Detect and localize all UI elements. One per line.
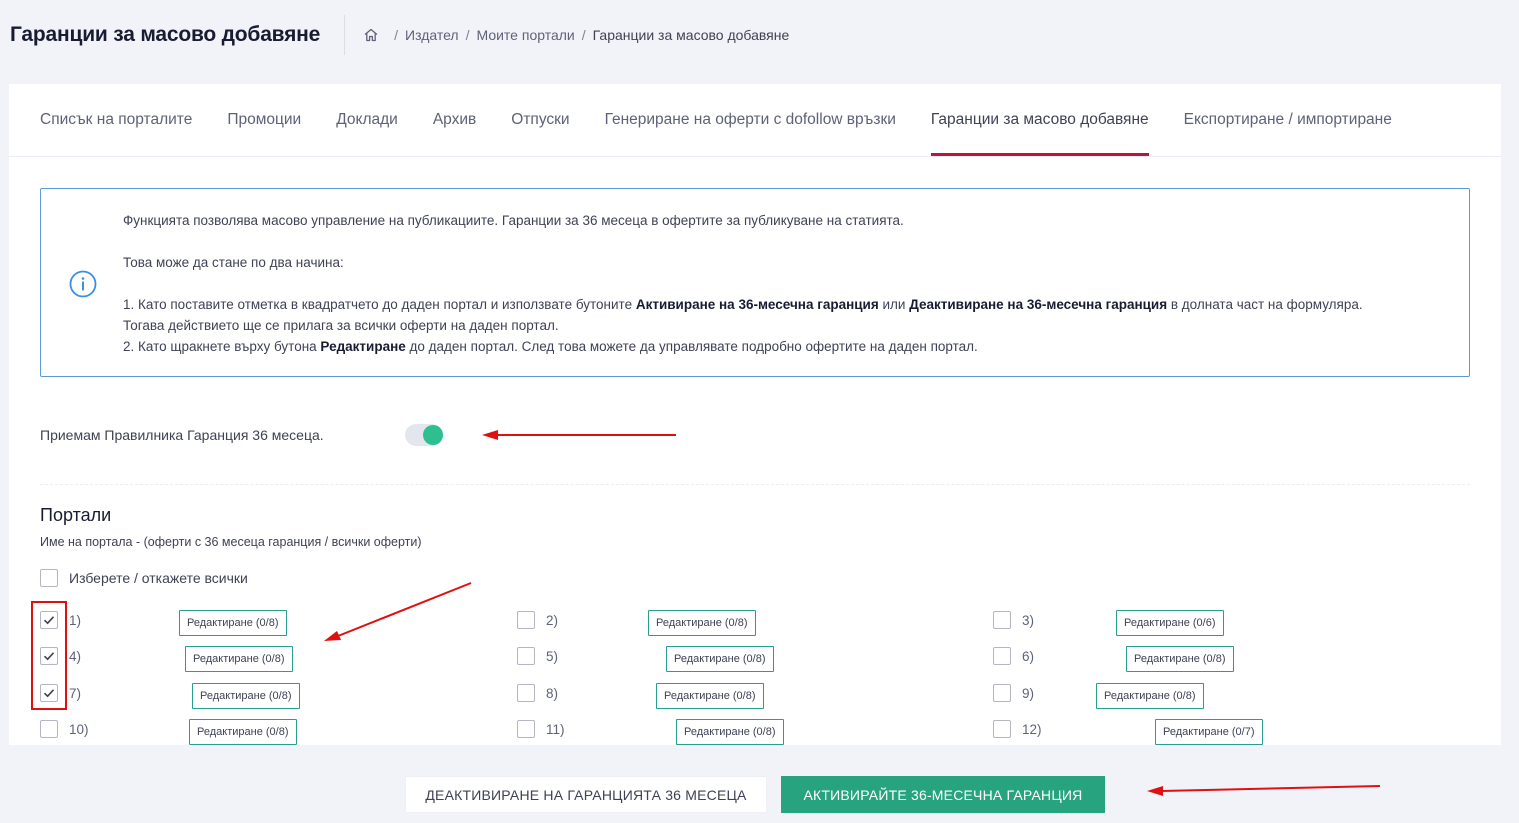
portal-number: 12) <box>1022 721 1042 737</box>
portal-edit-button[interactable]: Редактиране (0/7) <box>1155 719 1263 745</box>
page-title: Гаранции за масово добавяне <box>0 15 346 55</box>
info-line: Тогава действието ще се прилага за всичк… <box>123 318 559 333</box>
info-line: 1. Като поставите отметка в квадратчето … <box>123 297 1363 312</box>
portal-number: 4) <box>69 648 82 664</box>
portal-number: 6) <box>1022 648 1035 664</box>
portal-item: 8) <box>517 682 558 704</box>
activate-guarantee-button[interactable]: АКТИВИРАЙТЕ 36-МЕСЕЧНА ГАРАНЦИЯ <box>781 776 1105 813</box>
portal-item: 11) <box>517 718 565 740</box>
portal-item: 9) <box>993 682 1034 704</box>
portal-checkbox[interactable] <box>517 720 535 738</box>
portal-checkbox[interactable] <box>993 684 1011 702</box>
portal-number: 2) <box>546 612 559 628</box>
info-line: Функцията позволява масово управление на… <box>123 213 904 228</box>
portal-edit-button[interactable]: Редактиране (0/8) <box>185 646 293 672</box>
main-card: Списък на порталите Промоции Доклади Арх… <box>9 84 1501 745</box>
portal-edit-button[interactable]: Редактиране (0/8) <box>648 610 756 636</box>
portal-edit-button[interactable]: Редактиране (0/8) <box>1096 683 1204 709</box>
portal-checkbox[interactable] <box>40 720 58 738</box>
terms-label: Приемам Правилника Гаранция 36 месеца. <box>40 427 324 443</box>
portal-edit-button[interactable]: Редактиране (0/6) <box>1116 610 1224 636</box>
section-subtitle: Име на портала - (оферти с 36 месеца гар… <box>40 535 422 549</box>
breadcrumb-item-publisher[interactable]: Издател <box>405 27 459 43</box>
portal-edit-button[interactable]: Редактиране (0/8) <box>1126 646 1234 672</box>
portal-edit-button[interactable]: Редактиране (0/8) <box>189 719 297 745</box>
breadcrumb-separator: / <box>465 27 470 43</box>
tab-reports[interactable]: Доклади <box>336 84 398 156</box>
portal-item: 6) <box>993 645 1034 667</box>
portal-edit-button[interactable]: Редактиране (0/8) <box>676 719 784 745</box>
breadcrumb-item-my-portals[interactable]: Моите портали <box>477 27 575 43</box>
tab-bulk-guarantees[interactable]: Гаранции за масово добавяне <box>930 84 1149 156</box>
tab-portal-list[interactable]: Списък на порталите <box>40 84 192 156</box>
portal-number: 11) <box>546 721 565 737</box>
tab-dofollow-offers[interactable]: Генериране на оферти с dofollow връзки <box>605 84 896 156</box>
deactivate-guarantee-button[interactable]: ДЕАКТИВИРАНЕ НА ГАРАНЦИЯТА 36 МЕСЕЦА <box>405 776 767 813</box>
portal-number: 3) <box>1022 612 1035 628</box>
portal-number: 7) <box>69 685 82 701</box>
annotation-highlight-box <box>31 601 67 710</box>
terms-row: Приемам Правилника Гаранция 36 месеца. <box>40 424 443 446</box>
tab-bar: Списък на порталите Промоции Доклади Арх… <box>9 84 1501 157</box>
portal-number: 1) <box>69 612 82 628</box>
info-box: Функцията позволява масово управление на… <box>40 188 1470 377</box>
breadcrumb-item-current: Гаранции за масово добавяне <box>592 27 790 43</box>
portal-checkbox[interactable] <box>993 611 1011 629</box>
portal-checkbox[interactable] <box>517 647 535 665</box>
info-line: 2. Като щракнете върху бутона Редактиран… <box>123 339 978 354</box>
portal-checkbox[interactable] <box>517 684 535 702</box>
portal-number: 8) <box>546 685 559 701</box>
portal-edit-button[interactable]: Редактиране (0/8) <box>192 683 300 709</box>
home-icon[interactable] <box>363 27 379 43</box>
breadcrumb-separator: / <box>581 27 586 43</box>
portal-checkbox[interactable] <box>993 647 1011 665</box>
info-icon <box>69 270 97 298</box>
terms-toggle[interactable] <box>405 424 443 446</box>
portal-item: 5) <box>517 645 558 667</box>
portal-number: 10) <box>69 721 89 737</box>
portal-item: 3) <box>993 609 1034 631</box>
info-text: Функцията позволява масово управление на… <box>123 210 1453 357</box>
portal-checkbox[interactable] <box>993 720 1011 738</box>
portal-item: 2) <box>517 609 558 631</box>
tab-promotions[interactable]: Промоции <box>227 84 301 156</box>
portal-number: 9) <box>1022 685 1035 701</box>
portal-edit-button[interactable]: Редактиране (0/8) <box>666 646 774 672</box>
select-all-row[interactable]: Изберете / откажете всички <box>40 569 248 587</box>
portal-edit-button[interactable]: Редактиране (0/8) <box>179 610 287 636</box>
portal-edit-button[interactable]: Редактиране (0/8) <box>656 683 764 709</box>
divider <box>40 484 1470 485</box>
toggle-knob <box>423 425 443 445</box>
portal-item: 10) <box>40 718 89 740</box>
breadcrumb-separator: / <box>394 27 399 43</box>
portal-number: 5) <box>546 648 559 664</box>
portal-item: 12) <box>993 718 1042 740</box>
select-all-label: Изберете / откажете всички <box>69 570 248 586</box>
info-line: Това може да стане по два начина: <box>123 255 344 270</box>
breadcrumb: / Издател / Моите портали / Гаранции за … <box>345 27 789 43</box>
tab-export-import[interactable]: Експортиране / импортиране <box>1184 84 1392 156</box>
tab-archive[interactable]: Архив <box>433 84 476 156</box>
section-title: Портали <box>40 505 112 525</box>
tab-vacations[interactable]: Отпуски <box>511 84 569 156</box>
page-header: Гаранции за масово добавяне / Издател / … <box>0 0 1519 70</box>
portal-checkbox[interactable] <box>517 611 535 629</box>
select-all-checkbox[interactable] <box>40 569 58 587</box>
